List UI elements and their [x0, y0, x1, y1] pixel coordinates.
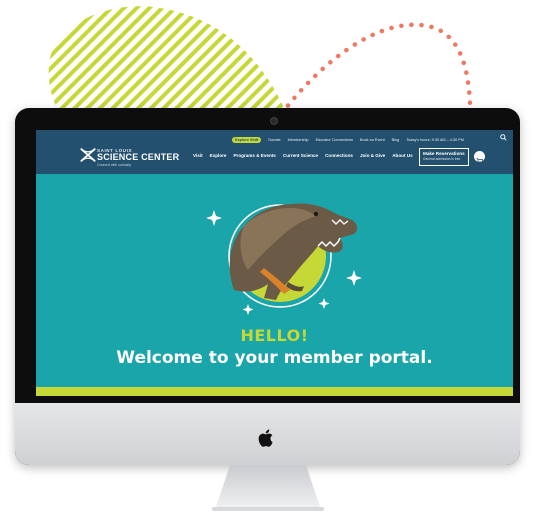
util-link-donate[interactable]: Donate [268, 138, 280, 142]
screen-bezel-bottom [15, 396, 520, 403]
nav-current-science[interactable]: Current Science [283, 153, 318, 158]
util-link-educator-connections[interactable]: Educator Connections [316, 138, 353, 142]
cart-button[interactable] [474, 151, 485, 164]
cart-icon [476, 158, 484, 164]
apple-logo-icon [258, 429, 273, 447]
nav-programs-events[interactable]: Programs & Events [233, 153, 275, 158]
hero-welcome-heading: Welcome to your member portal. [116, 348, 433, 368]
trex-hero-illustration [206, 203, 362, 315]
website-screen: SAINT LOUIS SCIENCE CENTER Connect with … [36, 130, 513, 396]
logo-tagline: Connect with curiosity [97, 163, 132, 167]
util-link-blog[interactable]: Blog [392, 138, 400, 142]
hero-hello-heading: HELLO! [240, 326, 309, 345]
reservations-title: Make Reservations [423, 151, 465, 156]
util-link-membership[interactable]: Membership [288, 138, 309, 142]
site-header: SAINT LOUIS SCIENCE CENTER Connect with … [36, 130, 513, 174]
nav-join-give[interactable]: Join & Give [360, 153, 385, 158]
reservations-subtitle: General admission is free [423, 157, 461, 161]
monitor-stand [212, 465, 324, 511]
make-reservations-button[interactable]: Make Reservations General admission is f… [419, 148, 469, 166]
nav-visit[interactable]: Visit [193, 153, 203, 158]
main-nav: Visit Explore Programs & Events Current … [193, 153, 413, 158]
science-center-logo-icon[interactable] [79, 146, 97, 164]
explore-shift-pill[interactable]: Explore Shift [232, 137, 262, 143]
accent-bar [36, 387, 513, 396]
util-link-book-event[interactable]: Book an Event [360, 138, 385, 142]
todays-hours: Today's hours: 9:30 AM – 4:30 PM [406, 138, 464, 142]
webcam-icon [270, 117, 278, 125]
nav-about-us[interactable]: About Us [392, 153, 412, 158]
nav-connections[interactable]: Connections [325, 153, 353, 158]
nav-explore[interactable]: Explore [210, 153, 227, 158]
logo-title[interactable]: SCIENCE CENTER [97, 152, 179, 162]
search-icon[interactable] [500, 134, 507, 141]
utility-nav: Explore Shift Donate Membership Educator… [232, 136, 464, 144]
